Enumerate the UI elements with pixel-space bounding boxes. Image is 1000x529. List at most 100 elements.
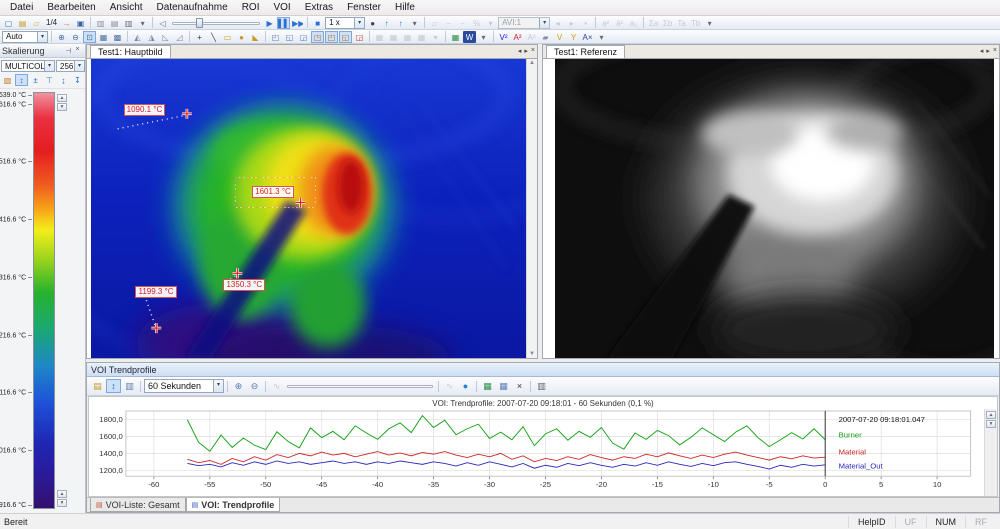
menu-fenster[interactable]: Fenster bbox=[340, 1, 388, 14]
formula-sub-icon[interactable]: a₂ bbox=[627, 17, 640, 29]
chevron-down-icon[interactable]: ▾ bbox=[354, 18, 364, 28]
tara-b-icon[interactable]: Tb bbox=[689, 17, 702, 29]
trend-tab-voi-liste-gesamt[interactable]: ▤VOI-Liste: Gesamt bbox=[90, 498, 186, 512]
position-slider[interactable] bbox=[170, 17, 262, 29]
position-slider-thumb[interactable] bbox=[196, 18, 203, 28]
tab-hauptbild[interactable]: Test1: Hauptbild bbox=[90, 45, 171, 58]
step-forward-icon[interactable]: ↑ bbox=[394, 17, 407, 29]
avi-next-icon[interactable]: ▸ bbox=[565, 17, 578, 29]
camera-icon[interactable]: ▥ bbox=[94, 17, 107, 29]
play-icon[interactable]: ▶ bbox=[263, 17, 276, 29]
menu-ansicht[interactable]: Ansicht bbox=[103, 1, 150, 14]
show-table-icon[interactable]: ▦ bbox=[496, 379, 511, 393]
snapshot-icon[interactable]: ▱ bbox=[428, 17, 441, 29]
zoom-out-icon[interactable]: ⊖ bbox=[69, 31, 82, 43]
voi-list-icon[interactable]: ▤ bbox=[90, 379, 105, 393]
roi-move-icon[interactable]: ◱ bbox=[283, 31, 296, 43]
scale-range-icon[interactable]: ↕ bbox=[15, 74, 28, 86]
voi-flag-icon[interactable]: Y bbox=[567, 31, 580, 43]
avi-combo[interactable]: AVI:1▾ bbox=[498, 17, 550, 29]
palette-combo[interactable]: MULTICOLOR ▾ bbox=[1, 60, 55, 72]
group-tool-icon[interactable]: ▦ bbox=[373, 31, 386, 43]
histogram-icon[interactable]: ▰ bbox=[539, 31, 552, 43]
group-tool-icon[interactable]: ▦ bbox=[401, 31, 414, 43]
voi-squared-icon[interactable]: V² bbox=[497, 31, 510, 43]
voi-check-icon[interactable]: V bbox=[553, 31, 566, 43]
online-icon[interactable]: ● bbox=[458, 379, 473, 393]
toolbar-overflow-icon[interactable]: ▾ bbox=[595, 31, 608, 43]
menu-roi[interactable]: ROI bbox=[235, 1, 267, 14]
sigma-b-icon[interactable]: Σb bbox=[661, 17, 674, 29]
record-icon[interactable]: ● bbox=[366, 17, 379, 29]
trend-chart[interactable]: -60-55-50-45-40-35-30-25-20-15-10-505101… bbox=[89, 409, 984, 496]
tab-referenz[interactable]: Test1: Referenz bbox=[546, 45, 625, 58]
menu-bearbeiten[interactable]: Bearbeiten bbox=[40, 1, 102, 14]
image-full-icon[interactable]: ▩ bbox=[111, 31, 124, 43]
print-image-icon[interactable]: ▥ bbox=[122, 17, 135, 29]
voi-outside-icon[interactable]: ◱ bbox=[339, 31, 352, 43]
roi-copy-icon[interactable]: ◰ bbox=[269, 31, 282, 43]
close-icon[interactable]: × bbox=[72, 45, 83, 56]
voi-from-roi-icon[interactable]: ◳ bbox=[311, 31, 324, 43]
pause-icon[interactable]: ▌▌ bbox=[277, 17, 290, 29]
voi-inside-icon[interactable]: ◰ bbox=[325, 31, 338, 43]
export-excel-icon[interactable]: ▦ bbox=[449, 31, 462, 43]
zoom-time-out-icon[interactable]: ⊖ bbox=[247, 379, 262, 393]
menu-hilfe[interactable]: Hilfe bbox=[388, 1, 422, 14]
image-window-icon[interactable]: ▦ bbox=[97, 31, 110, 43]
vertical-scrollbar[interactable]: ▲ ▼ bbox=[526, 59, 537, 358]
avi-stop-icon[interactable]: ▪ bbox=[579, 17, 592, 29]
autoscale-icon[interactable]: ↕ bbox=[106, 379, 121, 393]
close-icon[interactable]: × bbox=[531, 47, 535, 55]
chevron-down-icon[interactable]: ▾ bbox=[213, 380, 223, 392]
thermal-image[interactable]: 1090.1 °C1601.3 °C1350.3 °C1199.3 °C bbox=[91, 59, 526, 358]
formula-a2-icon[interactable]: a² bbox=[599, 17, 612, 29]
avi-prev-icon[interactable]: ◂ bbox=[551, 17, 564, 29]
step-back-icon[interactable]: ↑ bbox=[380, 17, 393, 29]
next-image-icon[interactable]: → bbox=[60, 17, 73, 29]
toolbar-overflow-icon[interactable]: ▾ bbox=[703, 17, 716, 29]
new-report-icon[interactable]: ▢ bbox=[2, 17, 15, 29]
scroll-right-icon[interactable]: ▸ bbox=[524, 47, 528, 55]
flip-vertical-icon[interactable]: ◿ bbox=[173, 31, 186, 43]
color-scale-bar[interactable] bbox=[33, 92, 55, 509]
group-tool-icon[interactable]: ▦ bbox=[415, 31, 428, 43]
next-marker-icon[interactable]: − bbox=[456, 17, 469, 29]
scale-min-down-button[interactable]: ▼ bbox=[57, 499, 67, 507]
menu-extras[interactable]: Extras bbox=[298, 1, 340, 14]
levels-combo[interactable]: 256 ▾ bbox=[56, 60, 85, 72]
menu-voi[interactable]: VOI bbox=[266, 1, 297, 14]
profile-settings-icon[interactable]: ▥ bbox=[122, 379, 137, 393]
area-squared-icon[interactable]: A² bbox=[511, 31, 524, 43]
cursor-mode-icon[interactable]: ∿ bbox=[269, 379, 284, 393]
prev-marker-icon[interactable]: − bbox=[442, 17, 455, 29]
trend-tab-voi-trendprofile[interactable]: ▤VOI: Trendprofile bbox=[186, 498, 281, 512]
pin-icon[interactable]: ⊤ bbox=[61, 45, 72, 56]
scale-up-icon[interactable]: ↨ bbox=[57, 74, 70, 86]
reference-image[interactable] bbox=[555, 59, 994, 358]
close-icon[interactable]: × bbox=[993, 47, 997, 55]
toolbar-overflow-icon[interactable]: ▾ bbox=[408, 17, 421, 29]
scroll-left-icon[interactable]: ◂ bbox=[980, 47, 984, 55]
roi-delete-icon[interactable]: ◲ bbox=[297, 31, 310, 43]
audio-icon[interactable]: ◁ bbox=[156, 17, 169, 29]
formula-avg-icon[interactable]: ā² bbox=[613, 17, 626, 29]
zoom-fit-icon[interactable]: ⊡ bbox=[83, 31, 96, 43]
roi-rectangle-icon[interactable]: ▭ bbox=[221, 31, 234, 43]
cursor-pick-icon[interactable]: ∿ bbox=[442, 379, 457, 393]
chevron-down-icon[interactable]: ▾ bbox=[37, 32, 47, 42]
chart-scroll-up-icon[interactable]: ▲ bbox=[986, 411, 996, 419]
scale-min-up-button[interactable]: ▲ bbox=[57, 490, 67, 498]
chart-scroll-down-icon[interactable]: ▼ bbox=[986, 420, 996, 428]
print-chart-icon[interactable]: ▥ bbox=[534, 379, 549, 393]
menu-datenaufnahme[interactable]: Datenaufnahme bbox=[150, 1, 235, 14]
chevron-down-icon[interactable]: ▾ bbox=[44, 61, 54, 71]
export-word-icon[interactable]: W bbox=[463, 31, 476, 43]
menu-datei[interactable]: Datei bbox=[3, 1, 40, 14]
scale-down-icon[interactable]: ↧ bbox=[71, 74, 84, 86]
open-report-icon[interactable]: ▤ bbox=[16, 17, 29, 29]
group-tool-icon[interactable]: ▦ bbox=[387, 31, 400, 43]
roi-point-icon[interactable]: + bbox=[193, 31, 206, 43]
voi-add-icon[interactable]: ◲ bbox=[353, 31, 366, 43]
time-slider[interactable] bbox=[285, 380, 435, 392]
